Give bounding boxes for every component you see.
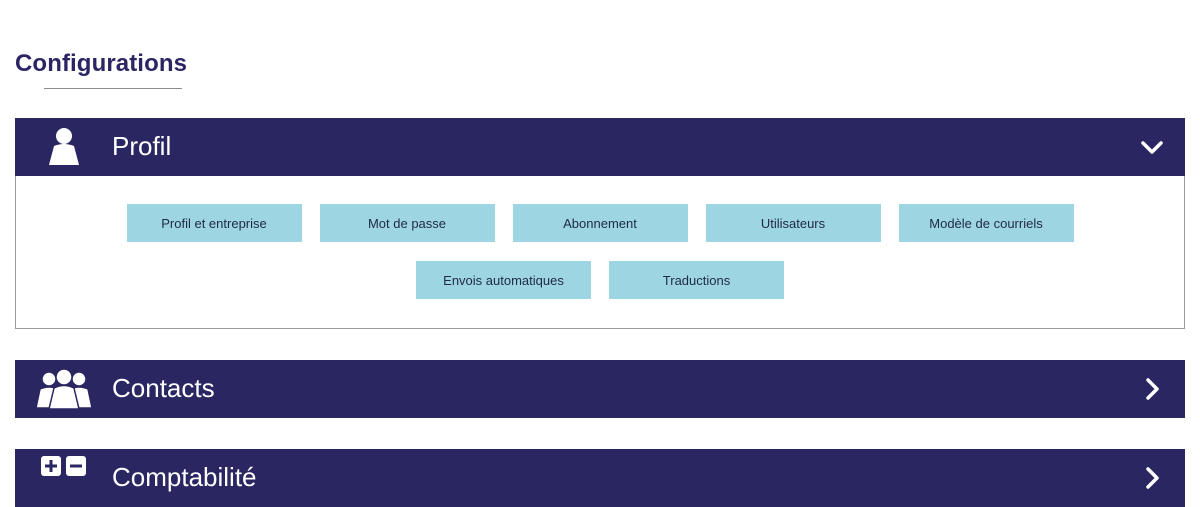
chevron-down-icon[interactable] xyxy=(1139,134,1165,160)
envois-automatiques-button[interactable]: Envois automatiques xyxy=(416,261,591,299)
plus-minus-icon xyxy=(40,455,88,479)
section-profil: Profil Profil et entreprise Mot de passe… xyxy=(15,118,1185,329)
section-title-comptabilite: Comptabilité xyxy=(112,462,257,492)
traductions-button[interactable]: Traductions xyxy=(609,261,784,299)
abonnement-button[interactable]: Abonnement xyxy=(512,204,688,242)
section-comptabilite: Comptabilité xyxy=(15,449,1185,507)
profil-entreprise-button[interactable]: Profil et entreprise xyxy=(126,204,302,242)
title-underline xyxy=(44,88,182,89)
section-header-profil[interactable]: Profil xyxy=(15,118,1185,176)
chevron-right-icon[interactable] xyxy=(1139,376,1165,402)
chevron-right-icon[interactable] xyxy=(1139,465,1165,491)
modele-courriels-button[interactable]: Modèle de courriels xyxy=(898,204,1074,242)
users-group-icon xyxy=(35,369,93,409)
section-body-profil: Profil et entreprise Mot de passe Abonne… xyxy=(15,176,1185,329)
section-contacts: Contacts xyxy=(15,360,1185,418)
button-row: Envois automatiques Traductions xyxy=(16,261,1184,299)
section-title-contacts: Contacts xyxy=(112,373,215,403)
user-icon xyxy=(45,127,85,167)
section-header-contacts[interactable]: Contacts xyxy=(15,360,1185,418)
button-row: Profil et entreprise Mot de passe Abonne… xyxy=(16,204,1184,242)
section-header-comptabilite[interactable]: Comptabilité xyxy=(15,449,1185,507)
utilisateurs-button[interactable]: Utilisateurs xyxy=(705,204,881,242)
mot-de-passe-button[interactable]: Mot de passe xyxy=(319,204,495,242)
page-title: Configurations xyxy=(15,50,188,77)
section-title-profil: Profil xyxy=(112,131,172,161)
